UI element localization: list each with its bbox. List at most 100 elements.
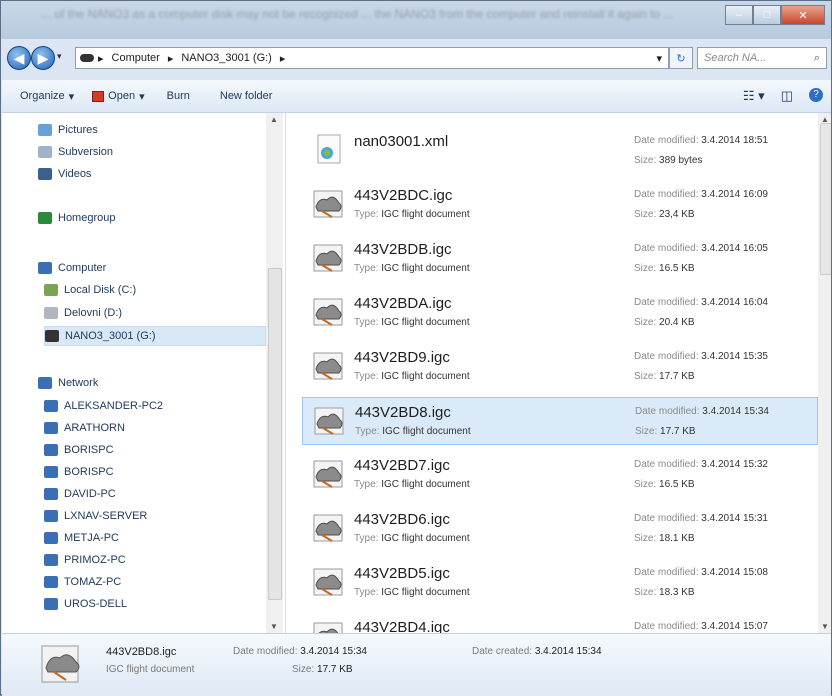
drive-icon — [44, 284, 58, 296]
network-computer-icon — [44, 532, 58, 544]
window-controls: – □ ✕ — [725, 5, 825, 25]
scroll-up-arrow[interactable]: ▲ — [270, 115, 278, 124]
network-computer-icon — [44, 466, 58, 478]
nav-item-label: Network — [58, 377, 99, 389]
nav-item[interactable]: LXNAV-SERVER — [44, 507, 147, 525]
file-size: Size: 16.5 KB — [634, 479, 695, 490]
file-row[interactable]: 443V2BD4.igcType: IGC flight documentDat… — [302, 613, 818, 633]
file-name: 443V2BDC.igc — [354, 187, 453, 204]
nav-item-label: DAVID-PC — [64, 488, 116, 500]
view-controls: ☷ ▾ ◫ ? — [743, 88, 823, 104]
title-bar[interactable]: ... of the NANO3 as a computer disk may … — [1, 1, 831, 39]
nav-item-label: Homegroup — [58, 212, 116, 224]
nav-item[interactable]: Pictures — [38, 121, 98, 139]
file-type: Type: IGC flight document — [354, 533, 470, 544]
nav-item[interactable]: Subversion — [38, 143, 113, 161]
igc-file-icon — [313, 244, 343, 272]
obscured-title-text: ... of the NANO3 as a computer disk may … — [41, 7, 674, 21]
file-date-modified: Date modified: 3.4.2014 15:34 — [635, 406, 769, 417]
nav-item[interactable]: BORISPC — [44, 463, 114, 481]
new-folder-button[interactable]: New folder — [220, 90, 273, 102]
file-row[interactable]: 443V2BD7.igc Type: IGC flight document Dat… — [302, 451, 818, 499]
back-button[interactable]: ◀ — [7, 46, 31, 70]
nav-item[interactable]: TOMAZ-PC — [44, 573, 121, 591]
nav-item[interactable]: BORISPC — [44, 441, 114, 459]
burn-button[interactable]: Burn — [167, 90, 190, 102]
file-row[interactable]: 443V2BD5.igc Type: IGC flight document Dat… — [302, 559, 818, 607]
change-view-icon[interactable]: ☷ ▾ — [743, 88, 765, 104]
network-computer-icon — [44, 400, 58, 412]
igc-file-icon — [313, 352, 343, 380]
file-row[interactable]: 443V2BDB.igc Type: IGC flight document Dat… — [302, 235, 818, 283]
nav-item[interactable]: NANO3_3001 (G:) — [44, 326, 266, 346]
file-size: Size: 18.1 KB — [634, 533, 695, 544]
file-type: Type: IGC flight document — [354, 587, 470, 598]
file-date-modified: Date modified: 3.4.2014 15:32 — [634, 459, 768, 470]
nav-item-label: Local Disk (C:) — [64, 284, 137, 296]
removable-drive-icon — [45, 330, 59, 342]
file-name: 443V2BD5.igc — [354, 565, 450, 582]
nav-item[interactable]: Homegroup — [38, 209, 115, 227]
address-dropdown-icon[interactable]: ▾ — [656, 52, 662, 65]
igc-file-icon — [313, 622, 343, 633]
file-row[interactable]: 443V2BDA.igc Type: IGC flight document Dat… — [302, 289, 818, 337]
recent-pages-dropdown[interactable]: ▾ — [57, 51, 62, 62]
nav-item-label: ALEKSANDER-PC2 — [64, 400, 164, 412]
drive-icon — [80, 54, 94, 62]
nav-item[interactable]: ALEKSANDER-PC2 — [44, 397, 163, 415]
breadcrumb-computer[interactable]: Computer — [112, 52, 160, 64]
navigation-scrollbar[interactable]: ▲ ▼ — [266, 113, 283, 633]
nav-item[interactable]: UROS-DELL — [44, 595, 127, 613]
computer-icon — [38, 262, 52, 274]
scroll-down-arrow[interactable]: ▼ — [821, 622, 829, 631]
nav-item[interactable]: PRIMOZ-PC — [44, 551, 126, 569]
details-size: Size: 17.7 KB — [292, 664, 353, 675]
nav-item[interactable]: METJA-PC — [44, 529, 119, 547]
maximize-button[interactable]: □ — [753, 5, 781, 25]
command-bar: Organize ▾ Open ▾ Burn New folder ☷ ▾ ◫ ? — [2, 80, 831, 113]
chevron-down-icon: ▾ — [139, 90, 145, 103]
nav-item-label: Videos — [58, 168, 92, 180]
scroll-down-arrow[interactable]: ▼ — [270, 622, 278, 631]
igc-file-icon — [313, 298, 343, 326]
file-list-scrollbar[interactable]: ▲ ▼ — [818, 113, 831, 633]
search-input[interactable]: Search NA... ⌕ — [697, 47, 827, 69]
navigation-pane: Pictures Subversion Videos Homegroup Compute… — [2, 113, 286, 633]
scrollbar-thumb[interactable] — [820, 123, 831, 275]
nav-item[interactable]: Delovni (D:) — [44, 304, 122, 322]
nav-item-label: ARATHORN — [64, 422, 125, 434]
nav-item[interactable]: Local Disk (C:) — [44, 281, 136, 299]
file-name: 443V2BDA.igc — [354, 295, 452, 312]
minimize-button[interactable]: – — [725, 5, 753, 25]
open-button[interactable]: Open ▾ — [92, 90, 145, 103]
close-button[interactable]: ✕ — [781, 5, 825, 25]
preview-pane-icon[interactable]: ◫ — [781, 88, 793, 104]
file-name: 443V2BD4.igc — [354, 619, 450, 633]
address-bar[interactable]: ▸ Computer ▸ NANO3_3001 (G:) ▸ ▾ — [75, 47, 669, 69]
nav-item[interactable]: DAVID-PC — [44, 485, 116, 503]
nav-item[interactable]: Network — [38, 374, 98, 392]
refresh-button[interactable]: ↻ — [669, 47, 693, 69]
details-file-name: 443V2BD8.igc — [106, 646, 177, 658]
nav-item[interactable]: Videos — [38, 165, 91, 183]
file-type: Type: IGC flight document — [354, 371, 470, 382]
file-date-modified: Date modified: 3.4.2014 15:08 — [634, 567, 768, 578]
scrollbar-thumb[interactable] — [268, 268, 282, 600]
file-date-modified: Date modified: 3.4.2014 16:04 — [634, 297, 768, 308]
breadcrumb-drive[interactable]: NANO3_3001 (G:) — [181, 52, 271, 64]
organize-button[interactable]: Organize ▾ — [20, 90, 74, 103]
search-icon: ⌕ — [813, 51, 820, 64]
file-row[interactable]: 443V2BDC.igc Type: IGC flight document Dat… — [302, 181, 818, 229]
nav-item[interactable]: ARATHORN — [44, 419, 125, 437]
igc-file-icon — [314, 407, 344, 435]
file-row[interactable]: 443V2BD8.igc Type: IGC flight document Dat… — [302, 397, 818, 445]
file-row[interactable]: 443V2BD6.igc Type: IGC flight document Dat… — [302, 505, 818, 553]
file-row[interactable]: nan03001.xml Date modified: 3.4.2014 18:5… — [302, 127, 818, 175]
help-icon[interactable]: ? — [809, 88, 823, 102]
nav-item[interactable]: Computer — [38, 259, 106, 277]
file-name: 443V2BD9.igc — [354, 349, 450, 366]
file-row[interactable]: 443V2BD9.igc Type: IGC flight document Dat… — [302, 343, 818, 391]
explorer-window: ... of the NANO3 as a computer disk may … — [0, 0, 832, 696]
forward-button[interactable]: ▶ — [31, 46, 55, 70]
igc-file-icon — [313, 568, 343, 596]
